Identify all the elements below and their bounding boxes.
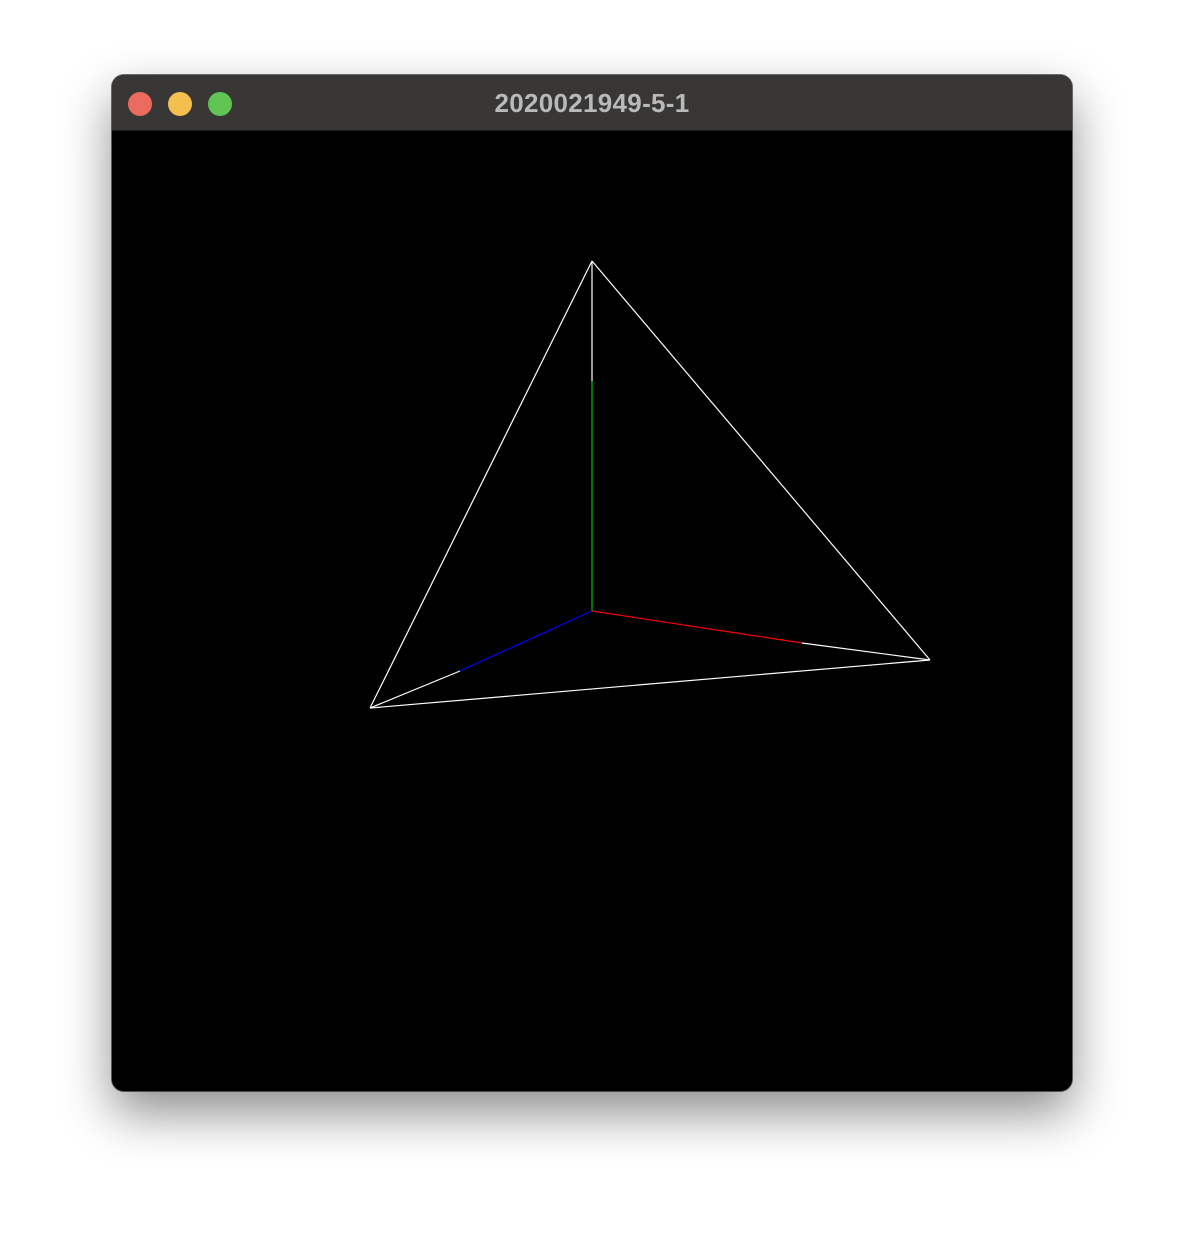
z-axis-line <box>459 610 593 672</box>
x-axis-line <box>591 610 803 644</box>
title-bar[interactable]: 2020021949-5-1 <box>112 75 1072 131</box>
tetrahedron-render <box>369 260 931 709</box>
tetrahedron-edge <box>801 642 931 661</box>
tetrahedron-edge <box>369 260 593 709</box>
app-window: 2020021949-5-1 <box>112 75 1072 1091</box>
opengl-canvas[interactable] <box>112 131 1072 1091</box>
tetrahedron-edge <box>369 659 931 709</box>
tetrahedron-edge <box>591 260 931 661</box>
window-title: 2020021949-5-1 <box>494 88 690 118</box>
tetrahedron-edge <box>369 670 461 709</box>
